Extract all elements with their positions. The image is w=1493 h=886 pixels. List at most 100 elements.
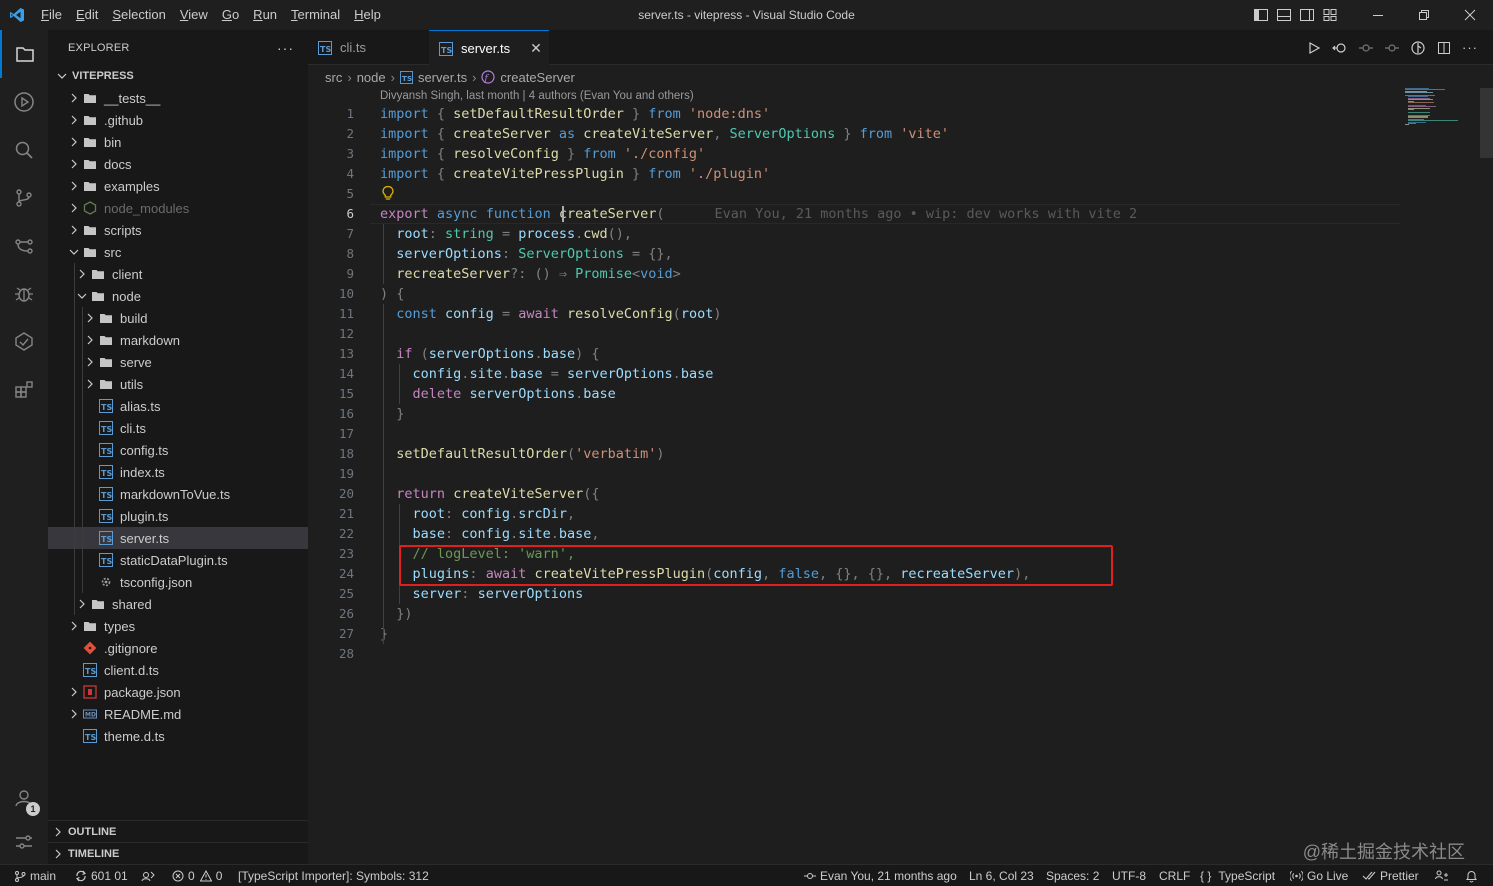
tree-folder[interactable]: markdown — [48, 329, 308, 351]
problems-indicator[interactable]: 0 0 — [172, 865, 222, 886]
more-actions-icon[interactable]: ··· — [277, 40, 294, 56]
breadcrumb-file[interactable]: server.ts — [418, 70, 467, 85]
indentation-status[interactable]: Spaces: 2 — [1046, 865, 1099, 886]
more-editor-actions-icon[interactable]: ··· — [1457, 40, 1483, 55]
code-line[interactable]: base: config.site.base, — [380, 524, 600, 544]
debug-bug-icon[interactable] — [0, 270, 48, 318]
sync-indicator[interactable]: 601 01 — [75, 865, 128, 886]
toggle-panel-icon[interactable] — [1273, 0, 1295, 30]
git-lens-icon[interactable] — [1405, 40, 1431, 56]
tree-folder[interactable]: docs — [48, 153, 308, 175]
split-editor-icon[interactable] — [1431, 40, 1457, 56]
outline-section[interactable]: OUTLINE — [48, 820, 308, 842]
code-line[interactable]: root: string = process.cwd(), — [380, 224, 632, 244]
code-line[interactable]: import { setDefaultResultOrder } from 'n… — [380, 104, 770, 124]
breadcrumb-node[interactable]: node — [357, 70, 386, 85]
customize-layout-icon[interactable] — [1319, 0, 1341, 30]
next-change-icon[interactable] — [1379, 40, 1405, 56]
tree-file[interactable]: TS index.ts — [48, 461, 308, 483]
code-line[interactable]: if (serverOptions.base) { — [380, 344, 599, 364]
minimap[interactable] — [1405, 88, 1480, 128]
typescript-importer-status[interactable]: [TypeScript Importer]: Symbols: 312 — [238, 865, 429, 886]
tree-folder[interactable]: shared — [48, 593, 308, 615]
tree-file[interactable]: tsconfig.json — [48, 571, 308, 593]
tab-server-ts[interactable]: TS server.ts ✕ — [429, 30, 549, 66]
tree-folder[interactable]: serve — [48, 351, 308, 373]
close-window-button[interactable] — [1447, 0, 1493, 30]
code-line[interactable]: ) { — [380, 284, 404, 304]
encoding-status[interactable]: UTF-8 — [1112, 865, 1146, 886]
vertical-scrollbar[interactable] — [1480, 88, 1493, 864]
source-control-icon[interactable] — [0, 174, 48, 222]
menu-item[interactable]: Run — [246, 0, 284, 30]
testing-flask-icon[interactable] — [0, 318, 48, 366]
code-line[interactable]: setDefaultResultOrder('verbatim') — [380, 444, 664, 464]
menu-item[interactable]: View — [173, 0, 215, 30]
tree-folder[interactable]: utils — [48, 373, 308, 395]
code-line[interactable]: import { resolveConfig } from './config' — [380, 144, 705, 164]
feedback-icon[interactable] — [1435, 865, 1449, 886]
cursor-position[interactable]: Ln 6, Col 23 — [969, 865, 1034, 886]
previous-change-icon[interactable] — [1353, 40, 1379, 56]
breadcrumb-symbol[interactable]: createServer — [500, 70, 574, 85]
tab-cli-ts[interactable]: TS cli.ts — [308, 30, 428, 65]
git-graph-icon[interactable] — [0, 222, 48, 270]
menu-item[interactable]: File — [34, 0, 69, 30]
tree-file[interactable]: TS plugin.ts — [48, 505, 308, 527]
accounts-icon[interactable]: 1 — [0, 774, 48, 822]
menu-item[interactable]: Selection — [105, 0, 172, 30]
branch-indicator[interactable]: main — [14, 865, 56, 886]
code-line[interactable]: return createViteServer({ — [380, 484, 599, 504]
search-icon[interactable] — [0, 126, 48, 174]
menu-item[interactable]: Edit — [69, 0, 105, 30]
code-line[interactable]: import { createVitePressPlugin } from '.… — [380, 164, 770, 184]
tree-file[interactable]: MD README.md — [48, 703, 308, 725]
tree-file[interactable]: package.json — [48, 681, 308, 703]
tree-folder[interactable]: bin — [48, 131, 308, 153]
tree-file[interactable]: .gitignore — [48, 637, 308, 659]
code-line[interactable]: }) — [380, 604, 412, 624]
tree-folder[interactable]: node — [48, 285, 308, 307]
tree-folder[interactable]: scripts — [48, 219, 308, 241]
tree-folder[interactable]: .github — [48, 109, 308, 131]
open-changes-icon[interactable] — [1327, 40, 1353, 56]
explorer-icon[interactable] — [0, 30, 48, 78]
scrollbar-thumb[interactable] — [1480, 88, 1493, 158]
run-code-icon[interactable] — [1301, 40, 1327, 56]
tree-folder[interactable]: node_modules — [48, 197, 308, 219]
code-line[interactable]: delete serverOptions.base — [380, 384, 616, 404]
code-line[interactable]: serverOptions: ServerOptions = {}, — [380, 244, 672, 264]
code-line[interactable]: const config = await resolveConfig(root) — [380, 304, 721, 324]
toggle-primary-sidebar-icon[interactable] — [1250, 0, 1272, 30]
tree-folder[interactable]: types — [48, 615, 308, 637]
tree-folder[interactable]: src — [48, 241, 308, 263]
tree-folder[interactable]: examples — [48, 175, 308, 197]
code-line[interactable]: import { createServer as createViteServe… — [380, 124, 949, 144]
run-and-debug-icon[interactable] — [0, 78, 48, 126]
tree-file[interactable]: TS client.d.ts — [48, 659, 308, 681]
menu-item[interactable]: Help — [347, 0, 388, 30]
tree-file[interactable]: TS config.ts — [48, 439, 308, 461]
close-tab-icon[interactable]: ✕ — [530, 40, 542, 57]
manage-gear-icon[interactable] — [0, 818, 48, 866]
code-line[interactable]: recreateServer?: () ⇒ Promise<void> — [380, 264, 681, 284]
notifications-bell-icon[interactable] — [1465, 865, 1478, 886]
language-mode[interactable]: { } TypeScript — [1200, 865, 1275, 886]
restore-button[interactable] — [1401, 0, 1447, 30]
tree-file[interactable]: TS staticDataPlugin.ts — [48, 549, 308, 571]
lightbulb-icon[interactable] — [381, 185, 395, 201]
prettier-status[interactable]: Prettier — [1362, 865, 1419, 886]
tree-folder[interactable]: build — [48, 307, 308, 329]
tree-folder[interactable]: __tests__ — [48, 87, 308, 109]
timeline-section[interactable]: TIMELINE — [48, 842, 308, 864]
code-line[interactable]: } — [380, 624, 388, 644]
code-line[interactable]: config.site.base = serverOptions.base — [380, 364, 714, 384]
tree-file[interactable]: TS theme.d.ts — [48, 725, 308, 747]
breadcrumb-src[interactable]: src — [325, 70, 342, 85]
tree-file[interactable]: TS markdownToVue.ts — [48, 483, 308, 505]
extensions-icon[interactable] — [0, 366, 48, 414]
menu-item[interactable]: Terminal — [284, 0, 347, 30]
tree-folder[interactable]: client — [48, 263, 308, 285]
menu-item[interactable]: Go — [215, 0, 246, 30]
eol-status[interactable]: CRLF — [1159, 865, 1190, 886]
